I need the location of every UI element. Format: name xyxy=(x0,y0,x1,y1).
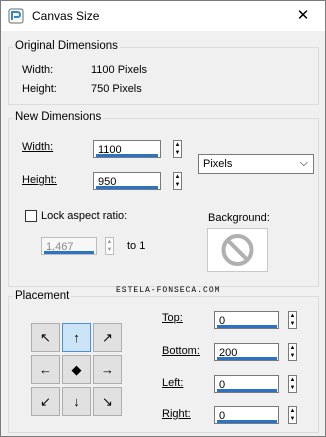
canvas-size-dialog: Canvas Size ✕ Original Dimensions Width:… xyxy=(0,0,326,437)
bottom-slider-bar[interactable] xyxy=(217,357,277,360)
top-stepper[interactable]: 0 ▲ ▼ xyxy=(214,311,300,331)
place-bottom-center-button[interactable]: ↓ xyxy=(62,387,91,416)
original-dimensions-title: Original Dimensions xyxy=(13,40,120,52)
place-top-right-button[interactable]: ↗ xyxy=(93,323,122,352)
bottom-label: Bottom: xyxy=(162,345,200,357)
arrow-se-icon: ↘ xyxy=(102,394,113,409)
width-stepper[interactable]: 1100 ▲ ▼ xyxy=(93,140,185,160)
original-dimensions-group xyxy=(8,47,319,105)
spin-down-icon[interactable]: ▼ xyxy=(174,149,181,157)
lock-aspect-checkbox[interactable] xyxy=(25,210,37,222)
spin-up-icon[interactable]: ▲ xyxy=(289,407,296,415)
height-stepper[interactable]: 950 ▲ ▼ xyxy=(93,172,185,192)
arrow-ne-icon: ↗ xyxy=(102,330,113,345)
right-label: Right: xyxy=(162,408,191,420)
original-height-value: 750 Pixels xyxy=(91,83,142,95)
arrow-right-icon: → xyxy=(101,362,114,377)
left-stepper[interactable]: 0 ▲ ▼ xyxy=(214,375,300,395)
background-label: Background: xyxy=(208,212,270,224)
top-slider-bar[interactable] xyxy=(217,325,277,328)
new-dimensions-title: New Dimensions xyxy=(13,111,104,123)
place-bottom-left-button[interactable]: ↙ xyxy=(31,387,60,416)
place-middle-left-button[interactable]: ← xyxy=(31,355,60,384)
spin-up-icon: ▲ xyxy=(106,239,113,245)
close-icon: ✕ xyxy=(296,7,310,24)
aspect-ratio-spin-arrows: ▲ ▼ xyxy=(105,237,114,255)
height-slider-bar[interactable] xyxy=(96,186,158,189)
units-select-value: Pixels xyxy=(203,158,233,170)
spin-up-icon[interactable]: ▲ xyxy=(289,344,296,352)
height-spin-arrows[interactable]: ▲ ▼ xyxy=(173,172,182,190)
left-label: Left: xyxy=(162,377,184,389)
left-spin-arrows[interactable]: ▲ ▼ xyxy=(288,375,297,393)
bottom-stepper[interactable]: 200 ▲ ▼ xyxy=(214,343,300,363)
original-width-label: Width: xyxy=(22,64,54,76)
width-slider-bar[interactable] xyxy=(96,154,158,157)
place-center-button[interactable]: ◆ xyxy=(62,355,91,384)
lock-aspect-label: Lock aspect ratio: xyxy=(41,210,128,222)
spin-down-icon[interactable]: ▼ xyxy=(289,384,296,392)
right-stepper[interactable]: 0 ▲ ▼ xyxy=(214,406,300,426)
app-icon xyxy=(8,8,24,24)
width-spin-arrows[interactable]: ▲ ▼ xyxy=(173,140,182,158)
aspect-ratio-slider-bar xyxy=(44,251,94,254)
original-width-value: 1100 Pixels xyxy=(91,64,148,76)
spin-down-icon[interactable]: ▼ xyxy=(289,320,296,328)
original-height-label: Height: xyxy=(22,83,57,95)
arrow-nw-icon: ↖ xyxy=(40,330,51,345)
new-height-label: Height: xyxy=(22,174,57,186)
spin-down-icon[interactable]: ▼ xyxy=(289,352,296,360)
watermark: ESTELA-FONSECA.COM xyxy=(116,286,221,295)
aspect-ratio-stepper: 1,467 ▲ ▼ xyxy=(41,237,121,257)
background-color-swatch[interactable] xyxy=(207,228,268,272)
spin-down-icon[interactable]: ▼ xyxy=(289,415,296,423)
chevron-down-icon: ⌵ xyxy=(299,157,308,169)
spin-up-icon[interactable]: ▲ xyxy=(174,141,181,149)
close-button[interactable]: ✕ xyxy=(281,1,325,31)
no-color-icon xyxy=(221,234,254,266)
spin-up-icon[interactable]: ▲ xyxy=(174,173,181,181)
left-slider-bar[interactable] xyxy=(217,389,277,392)
right-spin-arrows[interactable]: ▲ ▼ xyxy=(288,406,297,424)
new-width-label: Width: xyxy=(22,141,54,153)
window-title: Canvas Size xyxy=(32,9,100,23)
spin-up-icon[interactable]: ▲ xyxy=(289,376,296,384)
center-dot-icon: ◆ xyxy=(71,362,82,377)
title-bar: Canvas Size ✕ xyxy=(1,1,325,31)
ratio-suffix: to 1 xyxy=(127,240,146,252)
place-bottom-right-button[interactable]: ↘ xyxy=(93,387,122,416)
bottom-spin-arrows[interactable]: ▲ ▼ xyxy=(288,343,297,361)
top-spin-arrows[interactable]: ▲ ▼ xyxy=(288,311,297,329)
arrow-down-icon: ↓ xyxy=(73,394,80,409)
placement-title: Placement xyxy=(13,290,72,302)
spin-up-icon[interactable]: ▲ xyxy=(289,312,296,320)
units-select[interactable]: Pixels ⌵ xyxy=(198,154,314,174)
place-top-left-button[interactable]: ↖ xyxy=(31,323,60,352)
top-label: Top: xyxy=(162,312,183,324)
place-middle-right-button[interactable]: → xyxy=(93,355,122,384)
spin-down-icon: ▼ xyxy=(106,247,113,253)
arrow-left-icon: ← xyxy=(39,362,52,377)
arrow-sw-icon: ↙ xyxy=(40,394,51,409)
arrow-up-icon: ↑ xyxy=(73,330,80,345)
right-slider-bar[interactable] xyxy=(217,420,277,423)
place-top-center-button[interactable]: ↑ xyxy=(62,323,91,352)
spin-down-icon[interactable]: ▼ xyxy=(174,181,181,189)
